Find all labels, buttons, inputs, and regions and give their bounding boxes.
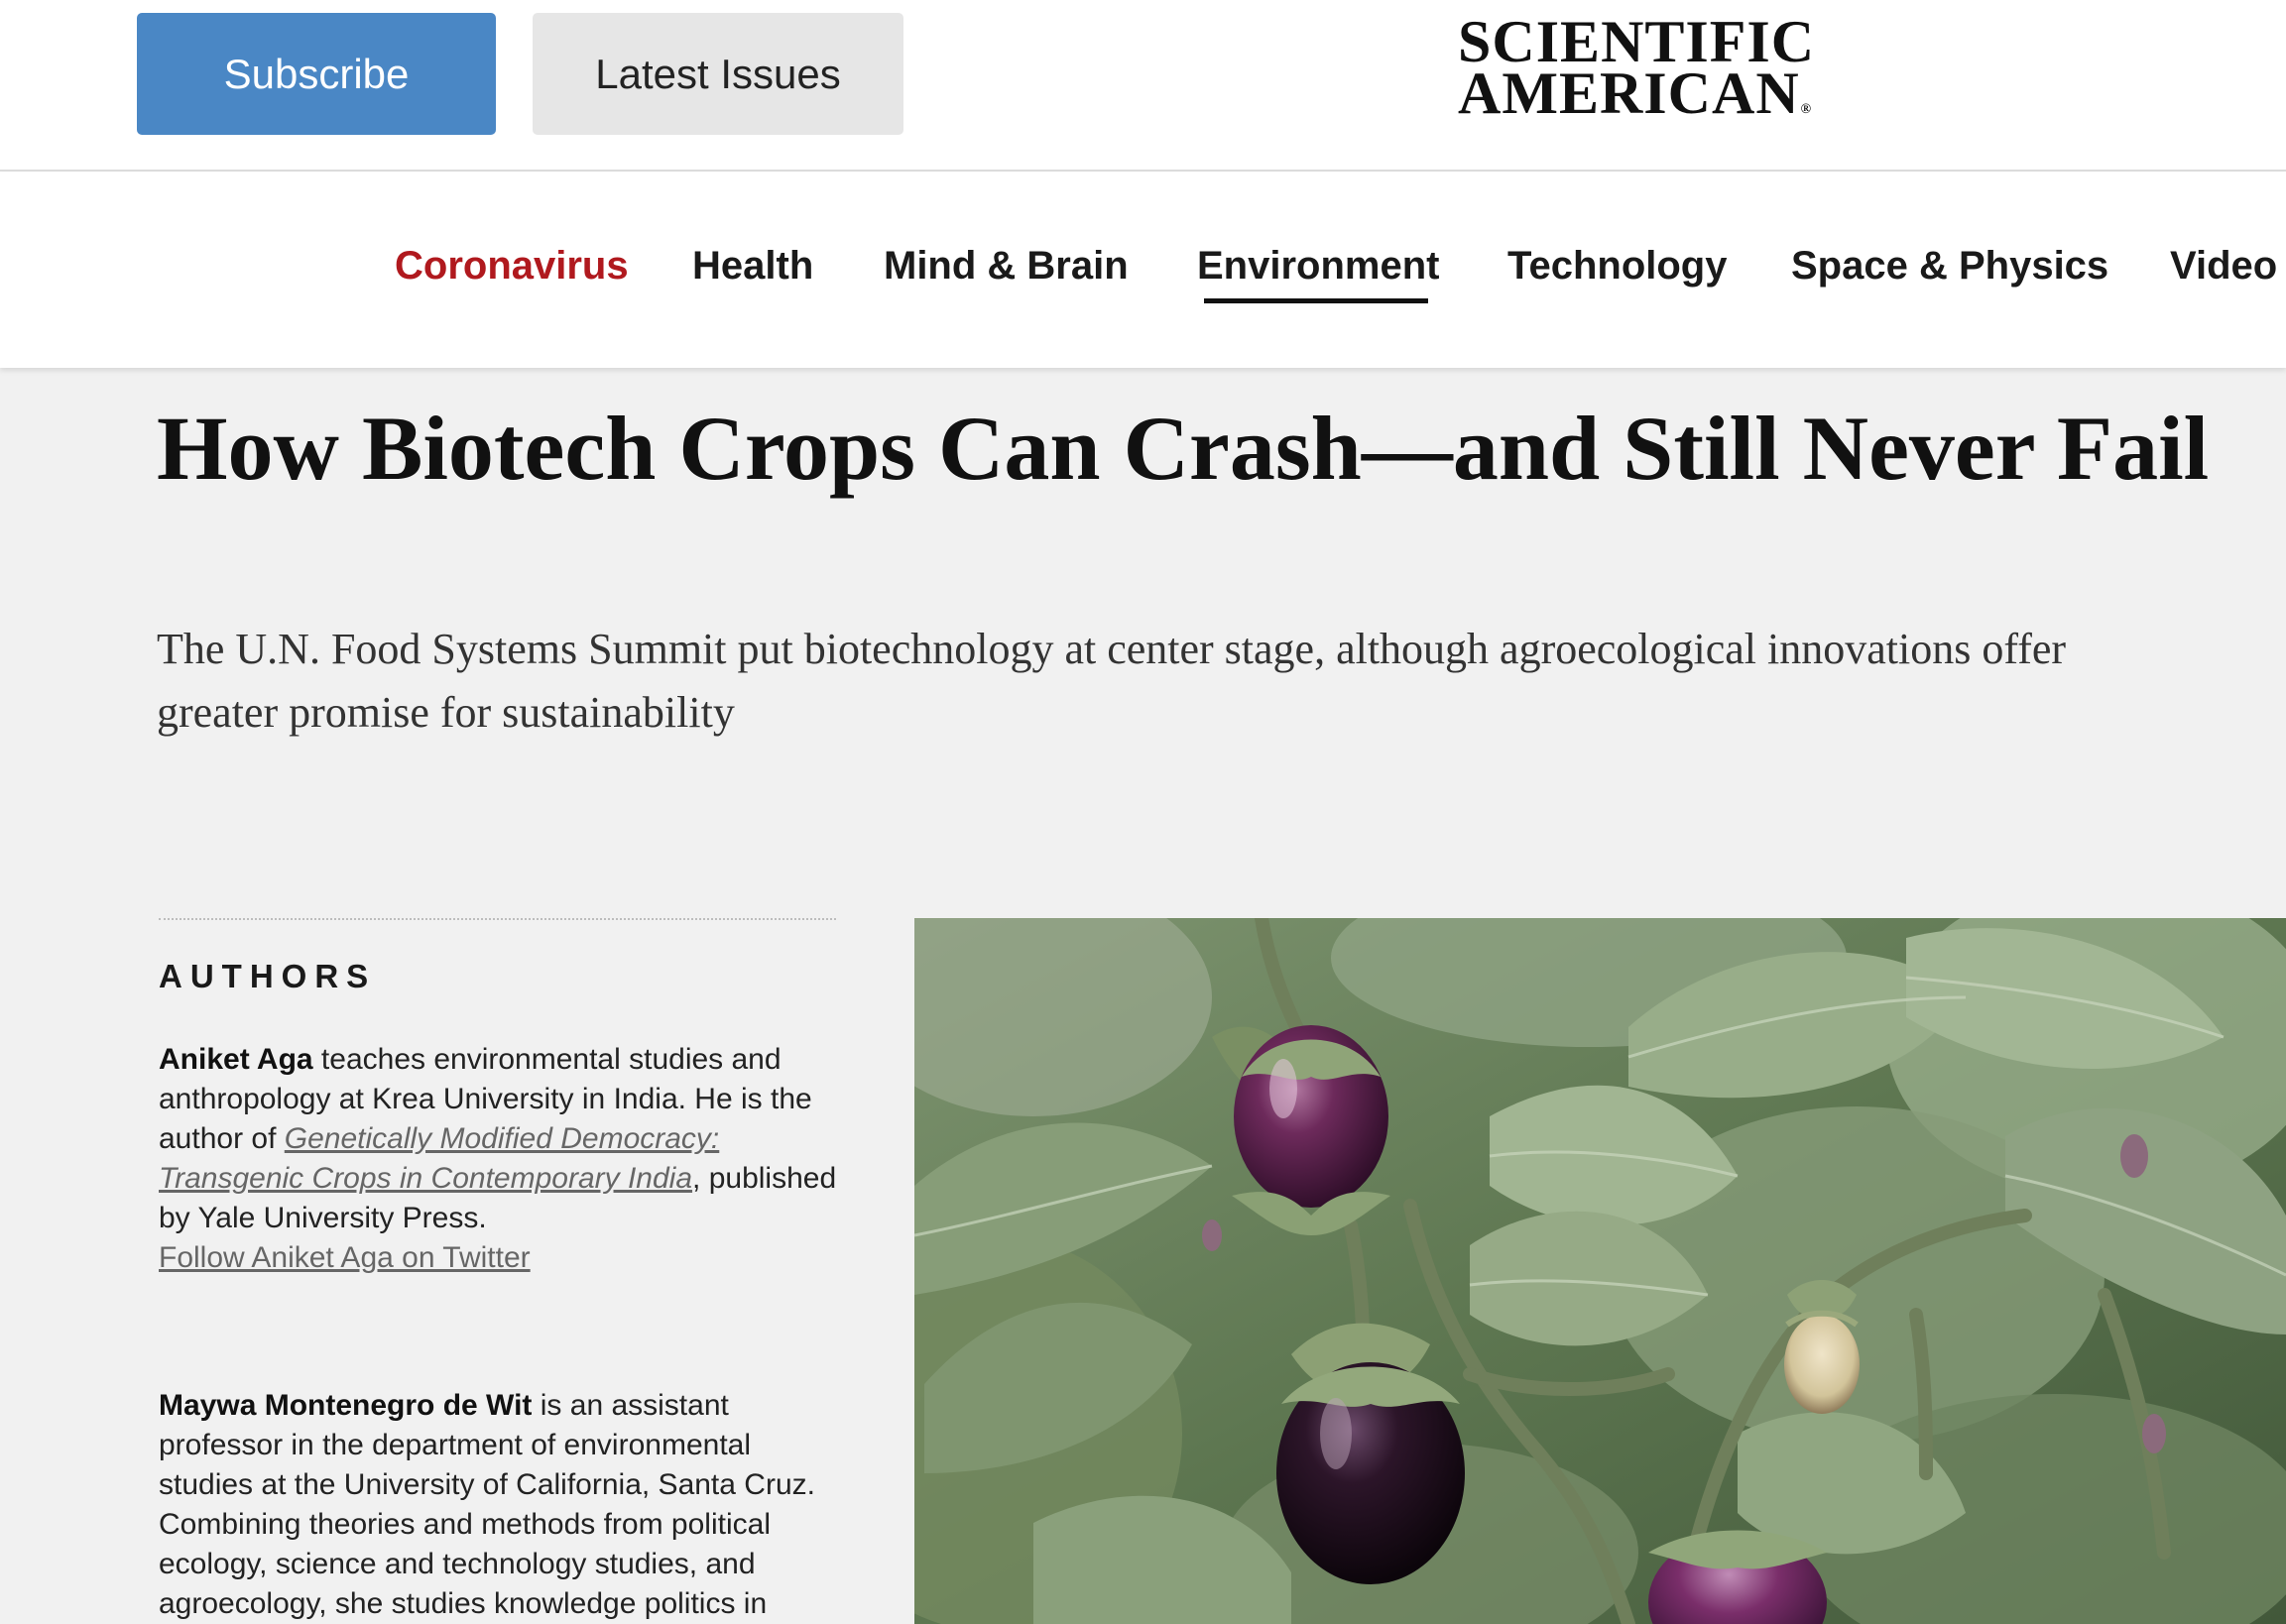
authors-heading: AUTHORS [159,958,377,994]
twitter-follow-link[interactable]: Follow Aniket Aga on Twitter [159,1241,531,1274]
article-dek: The U.N. Food Systems Summit put biotech… [157,625,2067,737]
logo-line-2: AMERICAN® [1458,60,1813,126]
author-bio-text: is an assistant professor in the departm… [159,1389,815,1620]
eggplant-plant-illustration [914,918,2286,1624]
author-bio: Maywa Montenegro de Wit is an assistant … [159,1386,843,1624]
nav-item-coronavirus[interactable]: Coronavirus [395,244,629,289]
active-tab-underline [1204,298,1428,303]
author-name: Maywa Montenegro de Wit [159,1389,533,1422]
registered-mark: ® [1800,102,1813,117]
article-title: How Biotech Crops Can Crash—and Still Ne… [157,398,2210,499]
section-nav: Coronavirus Health Mind & Brain Environm… [0,172,2286,368]
nav-item-space-physics[interactable]: Space & Physics [1791,244,2108,289]
authors-divider [159,918,836,920]
nav-item-mind-brain[interactable]: Mind & Brain [884,244,1129,289]
nav-item-environment[interactable]: Environment [1197,244,1439,289]
nav-item-technology[interactable]: Technology [1507,244,1727,289]
nav-item-health[interactable]: Health [692,244,813,289]
subscribe-button[interactable]: Subscribe [137,13,496,135]
top-header: Subscribe Latest Issues SCIENTIFIC AMERI… [0,0,2286,172]
author-bio: Aniket Aga teaches environmental studies… [159,1040,843,1278]
hero-photo [914,918,2286,1624]
author-name: Aniket Aga [159,1043,313,1076]
latest-issues-button[interactable]: Latest Issues [533,13,903,135]
site-logo[interactable]: SCIENTIFIC AMERICAN® [1458,12,1874,136]
nav-item-video[interactable]: Video [2170,244,2277,289]
